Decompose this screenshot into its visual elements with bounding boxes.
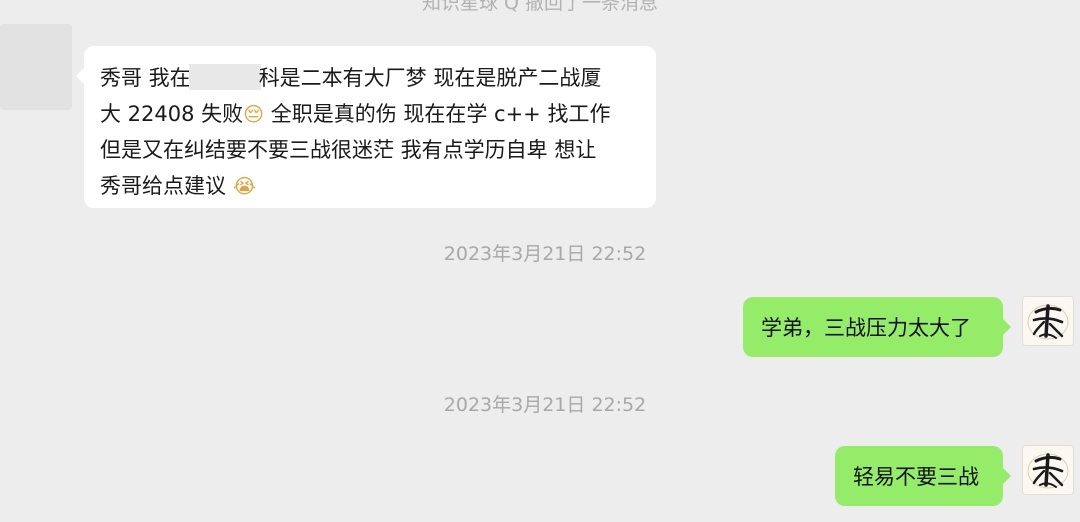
pensive-face-emoji-icon: 😔: [243, 102, 265, 126]
self-avatar[interactable]: [1022, 445, 1074, 495]
message-line: 但是又在纠结要不要三战很迷茫 我有点学历自卑 想让: [100, 138, 597, 162]
crying-face-emoji-icon: 😭: [232, 174, 257, 198]
self-avatar[interactable]: [1022, 296, 1074, 346]
message-line: 秀哥 我在 科是二本有大厂梦 现在是脱产二战厦: [100, 64, 602, 90]
calligraphy-avatar-icon: [1027, 304, 1069, 340]
system-notice: 知识星球 Q 撤回了一条消息: [421, 0, 659, 14]
message-text: 轻易不要三战: [853, 465, 979, 489]
timestamp: 2023年3月21日 22:52: [443, 394, 647, 416]
redacted-text: [188, 64, 261, 90]
timestamp: 2023年3月21日 22:52: [443, 243, 647, 265]
outgoing-message-bubble[interactable]: 轻易不要三战: [835, 446, 1011, 506]
outgoing-message-bubble[interactable]: 学弟，三战压力太大了: [743, 297, 1011, 357]
sender-avatar[interactable]: [0, 24, 72, 110]
message-line: 秀哥给点建议 😭: [100, 174, 257, 198]
incoming-message-bubble[interactable]: 秀哥 我在 科是二本有大厂梦 现在是脱产二战厦 大 22408 失败😔 全职是真的…: [76, 46, 656, 208]
calligraphy-avatar-icon: [1027, 453, 1069, 489]
message-text: 学弟，三战压力太大了: [761, 316, 971, 340]
message-line: 大 22408 失败😔 全职是真的伤 现在在学 c++ 找工作: [100, 102, 611, 126]
